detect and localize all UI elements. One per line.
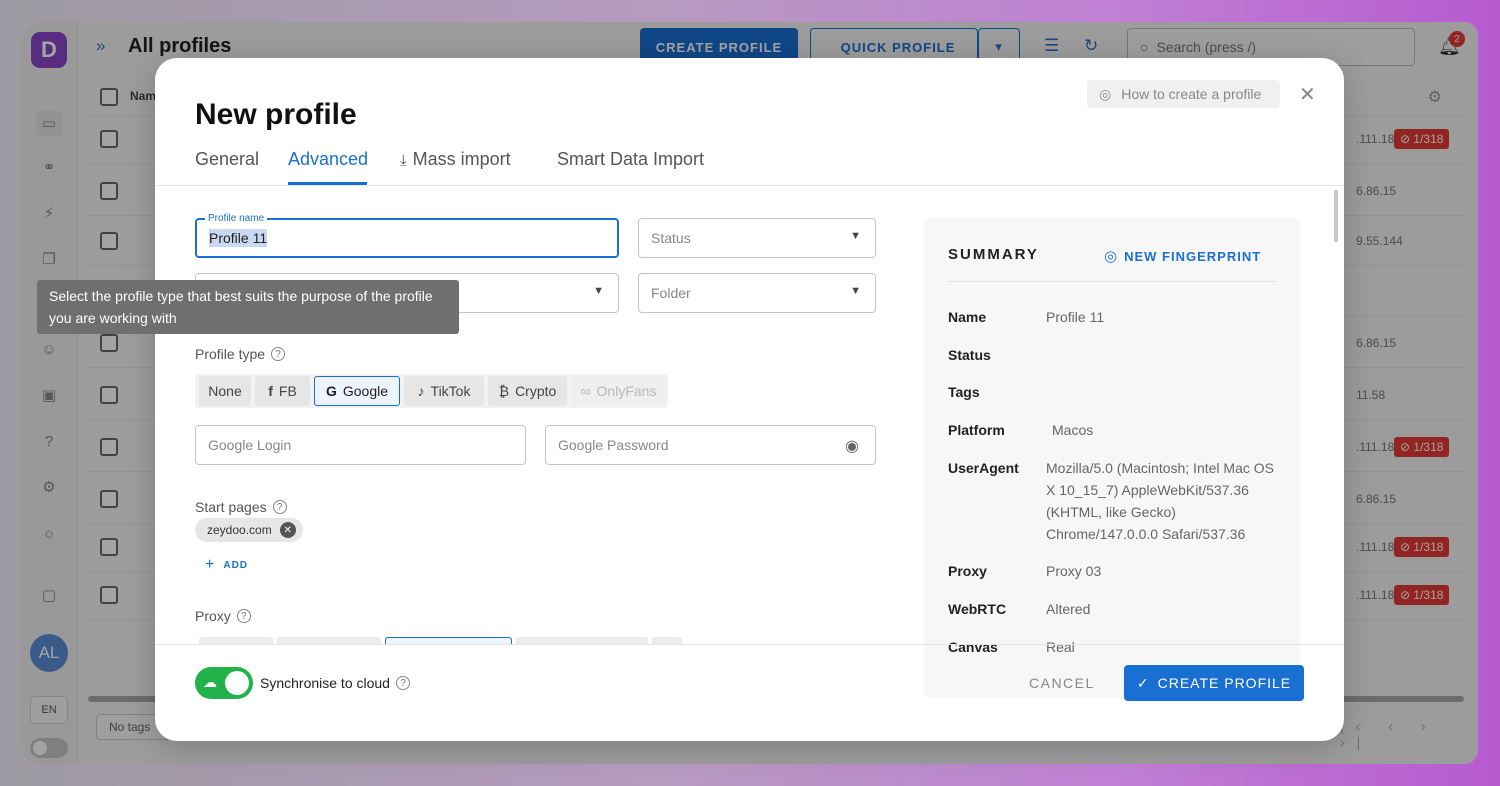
summary-value-canvas: Real [1046,639,1075,655]
download-icon: ⤓ [400,152,407,169]
type-google-button[interactable]: G Google [314,376,400,406]
profile-type-group: None f FB G Google ♪ TikTok ₿ Crypto ∞ O… [195,374,668,408]
start-pages-label: Start pages [195,499,267,515]
cancel-button[interactable]: CANCEL [1029,675,1095,691]
bitcoin-icon: ₿ [498,383,510,399]
help-icon[interactable]: ? [271,347,286,361]
profile-name-value: Profile 11 [209,229,268,247]
onlyfans-icon: ∞ [580,383,591,399]
folder-placeholder: Folder [651,285,691,301]
google-password-placeholder: Google Password [558,437,669,453]
profile-type-tooltip: Select the profile type that best suits … [37,280,459,334]
summary-key-name: Name [948,309,987,325]
new-fingerprint-button[interactable]: ◎ NEW FINGERPRINT [1104,247,1261,265]
tab-smart-data-import[interactable]: Smart Data Import [557,149,704,170]
summary-key-status: Status [948,347,991,363]
lifebuoy-icon: ◎ [1099,85,1112,102]
folder-select[interactable]: Folder ▼ [638,273,876,313]
new-profile-dialog: New profile ◎ How to create a profile ✕ … [155,58,1344,741]
summary-key-platform: Platform [948,422,1005,438]
summary-value-platform: Macos [1046,419,1278,441]
start-pages-heading: Start pages ? [195,499,287,515]
summary-platform-text: Macos [1052,422,1094,438]
type-none-label: None [208,383,242,399]
type-onlyfans-button[interactable]: ∞ OnlyFans [571,376,666,406]
caret-down-icon: ▼ [850,230,861,242]
summary-panel: SUMMARY ◎ NEW FINGERPRINT Name Profile 1… [924,218,1300,698]
type-fb-label: FB [278,383,297,399]
new-fingerprint-label: NEW FINGERPRINT [1124,248,1262,264]
add-start-page-button[interactable]: + ADD [205,556,248,574]
caret-down-icon: ▼ [850,285,861,297]
proxy-heading: Proxy ? [195,608,251,624]
check-icon: ✓ [1136,674,1150,691]
remove-chip-icon[interactable]: ✕ [279,522,296,538]
create-profile-submit-button[interactable]: ✓ CREATE PROFILE [1124,665,1304,701]
status-select[interactable]: Status ▼ [638,218,876,258]
summary-key-canvas: Canvas [948,639,998,655]
summary-value-useragent: Mozilla/5.0 (Macintosh; Intel Mac OS X 1… [1046,460,1274,542]
profile-name-label: Profile name [205,213,268,224]
type-google-label: Google [342,383,389,399]
summary-divider [948,281,1276,282]
type-onlyfans-label: OnlyFans [596,383,657,399]
tab-advanced[interactable]: Advanced [288,149,368,170]
status-placeholder: Status [651,230,691,246]
tiktok-icon: ♪ [417,383,425,399]
create-profile-label: CREATE PROFILE [1157,675,1292,691]
fingerprint-icon: ◎ [1104,248,1119,265]
summary-key-tags: Tags [948,384,980,400]
help-icon[interactable]: ? [272,500,287,514]
how-to-create-button[interactable]: ◎ How to create a profile [1087,80,1280,108]
summary-value-name: Profile 11 [1046,309,1105,325]
start-page-chip-label: zeydoo.com [207,523,272,537]
how-to-label: How to create a profile [1121,86,1262,102]
dialog-title: New profile [195,98,357,131]
help-icon[interactable]: ? [236,609,251,623]
summary-key-useragent: UserAgent [948,460,1019,476]
google-login-field[interactable]: Google Login [195,425,526,465]
summary-value-webrtc: Altered [1046,601,1091,617]
facebook-icon: f [268,383,273,399]
tab-mass-import-label: Mass import [412,149,511,169]
profile-type-heading: Profile type ? [195,346,286,362]
caret-down-icon: ▼ [593,285,604,297]
summary-key-proxy: Proxy [948,563,987,579]
add-label: ADD [223,559,249,571]
footer-divider [155,644,1344,645]
toggle-knob [225,671,249,695]
type-crypto-button[interactable]: ₿ Crypto [488,376,567,406]
type-tiktok-button[interactable]: ♪ TikTok [404,376,484,406]
dialog-scrollbar[interactable] [1334,190,1338,242]
google-password-field[interactable]: Google Password ◉ [545,425,876,465]
tab-mass-import[interactable]: ⤓ Mass import [400,149,511,170]
cloud-icon: ☁ [203,674,217,690]
profile-type-label: Profile type [195,346,266,362]
google-icon: G [325,383,337,399]
tab-general[interactable]: General [195,149,259,170]
summary-key-webrtc: WebRTC [948,601,1007,617]
type-tiktok-label: TikTok [430,383,471,399]
close-icon[interactable]: ✕ [1299,82,1316,107]
sync-cloud-label-group: Synchronise to cloud ? [260,675,410,691]
sync-cloud-label: Synchronise to cloud [260,675,390,691]
eye-icon[interactable]: ◉ [845,436,859,456]
type-fb-button[interactable]: f FB [255,376,310,406]
tabs-divider [155,185,1344,186]
summary-title: SUMMARY [948,246,1039,263]
summary-value-proxy: Proxy 03 [1046,563,1102,579]
sync-cloud-toggle[interactable]: ☁ [195,667,253,699]
help-icon[interactable]: ? [395,676,410,690]
google-login-placeholder: Google Login [208,437,292,453]
type-crypto-label: Crypto [515,383,557,399]
profile-name-field[interactable]: Profile name Profile 11 [195,213,619,258]
proxy-label: Proxy [195,608,231,624]
start-page-chip: zeydoo.com ✕ [195,518,303,542]
type-none-button[interactable]: None [199,376,251,406]
plus-icon: + [205,556,216,573]
